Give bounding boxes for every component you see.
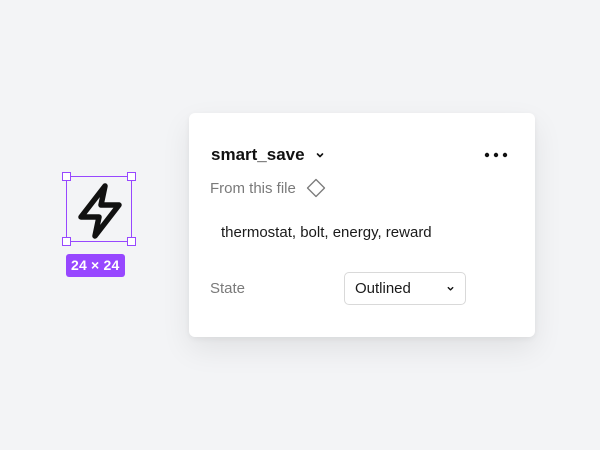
more-options-button[interactable]	[481, 143, 511, 167]
state-select[interactable]: Outlined	[344, 272, 466, 305]
component-diamond-icon[interactable]	[306, 178, 326, 198]
chevron-down-icon	[316, 153, 323, 158]
component-name-dropdown[interactable]: smart_save	[211, 145, 325, 165]
component-tags[interactable]: thermostat, bolt, energy, reward	[221, 224, 432, 241]
icon-selection-frame[interactable]	[62, 172, 136, 246]
resize-handle-top-left[interactable]	[62, 172, 71, 181]
bolt-icon	[78, 183, 122, 239]
state-value: Outlined	[355, 280, 411, 297]
state-label: State	[210, 280, 246, 297]
chevron-down-icon	[447, 286, 454, 291]
component-panel: smart_save From this file thermostat, bo…	[189, 113, 535, 337]
size-badge: 24 × 24	[66, 254, 125, 277]
resize-handle-bottom-left[interactable]	[62, 237, 71, 246]
source-row: From this file	[210, 178, 326, 198]
resize-handle-bottom-right[interactable]	[127, 237, 136, 246]
source-label: From this file	[210, 179, 296, 197]
more-horizontal-icon	[484, 152, 508, 158]
resize-handle-top-right[interactable]	[127, 172, 136, 181]
component-name: smart_save	[211, 145, 305, 164]
